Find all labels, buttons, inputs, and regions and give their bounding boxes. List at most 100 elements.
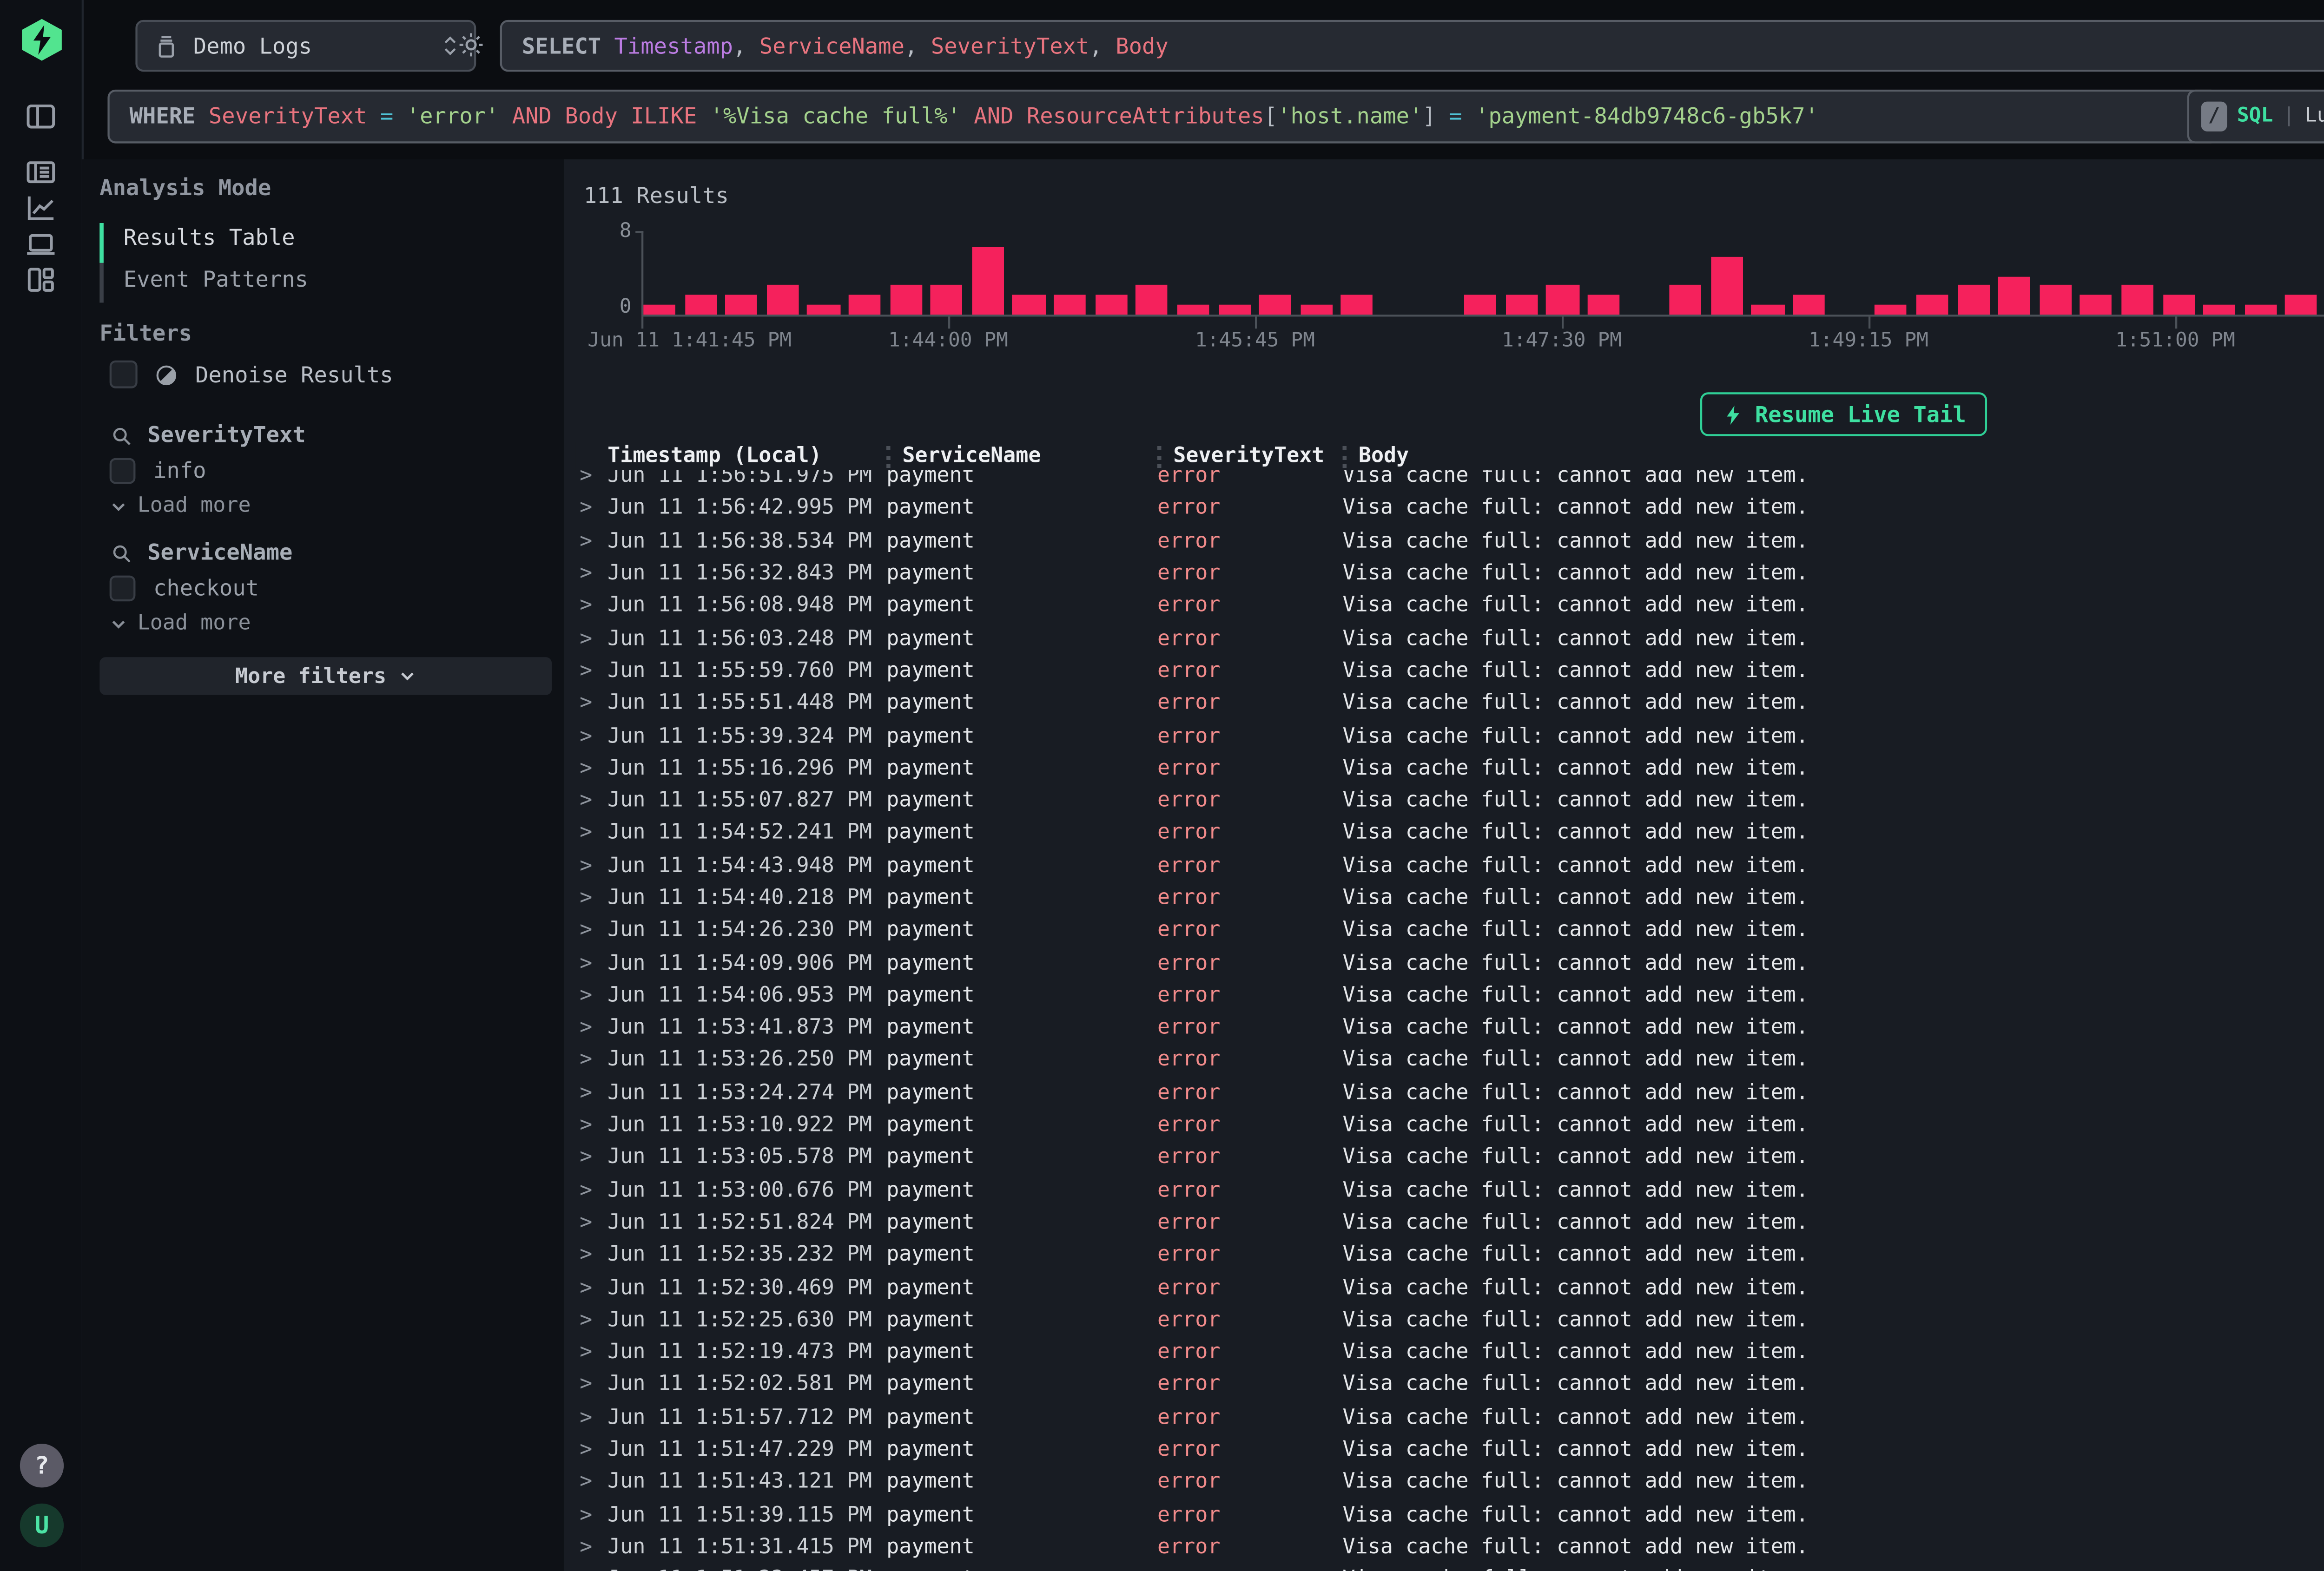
log-row[interactable]: >Jun 11 1:53:26.250 PMpaymenterrorVisa c… — [576, 1044, 2324, 1077]
row-expand-chevron[interactable]: > — [576, 789, 608, 813]
log-row[interactable]: >Jun 11 1:56:42.995 PMpaymenterrorVisa c… — [576, 493, 2324, 525]
row-expand-chevron[interactable]: > — [576, 529, 608, 553]
histogram-bar[interactable] — [849, 295, 881, 315]
log-row[interactable]: >Jun 11 1:52:02.581 PMpaymenterrorVisa c… — [576, 1369, 2324, 1401]
row-expand-chevron[interactable]: > — [576, 1016, 608, 1040]
histogram-bar[interactable] — [1957, 285, 1989, 315]
log-row[interactable]: >Jun 11 1:52:25.630 PMpaymenterrorVisa c… — [576, 1304, 2324, 1336]
histogram-bar[interactable] — [1670, 285, 1702, 315]
filter-group-servicename[interactable]: ServiceName — [110, 539, 293, 565]
log-row[interactable]: >Jun 11 1:54:40.218 PMpaymenterrorVisa c… — [576, 882, 2324, 914]
sessions-icon[interactable] — [24, 227, 58, 261]
histogram-bar[interactable] — [2285, 295, 2317, 315]
column-resize-handle[interactable] — [886, 445, 891, 467]
row-expand-chevron[interactable]: > — [576, 886, 608, 910]
row-expand-chevron[interactable]: > — [576, 1275, 608, 1299]
log-row[interactable]: >Jun 11 1:54:09.906 PMpaymenterrorVisa c… — [576, 947, 2324, 979]
row-expand-chevron[interactable]: > — [576, 470, 608, 488]
search-icon[interactable] — [110, 541, 133, 565]
denoise-checkbox[interactable] — [110, 361, 138, 388]
info-checkbox[interactable] — [110, 458, 136, 484]
histogram-bar[interactable] — [1711, 256, 1743, 315]
histogram-bar[interactable] — [1546, 285, 1578, 315]
row-expand-chevron[interactable]: > — [576, 1146, 608, 1170]
histogram-bar[interactable] — [808, 305, 840, 315]
histogram-bar[interactable] — [1752, 305, 1784, 315]
histogram-bar[interactable] — [2245, 305, 2277, 315]
row-expand-chevron[interactable]: > — [576, 1048, 608, 1072]
more-filters-button[interactable]: More filters — [99, 657, 552, 695]
log-row[interactable]: >Jun 11 1:55:51.448 PMpaymenterrorVisa c… — [576, 687, 2324, 720]
row-expand-chevron[interactable]: > — [576, 1308, 608, 1332]
column-header-servicename[interactable]: ServiceName — [886, 444, 1157, 468]
log-row[interactable]: >Jun 11 1:51:47.229 PMpaymenterrorVisa c… — [576, 1433, 2324, 1466]
histogram-bar[interactable] — [2039, 285, 2071, 315]
search-icon[interactable] — [110, 423, 133, 447]
log-row[interactable]: >Jun 11 1:56:32.843 PMpaymenterrorVisa c… — [576, 558, 2324, 590]
log-row[interactable]: >Jun 11 1:55:59.760 PMpaymenterrorVisa c… — [576, 655, 2324, 687]
denoise-results-row[interactable]: Denoise Results — [110, 361, 393, 388]
row-expand-chevron[interactable]: > — [576, 497, 608, 520]
log-row[interactable]: >Jun 11 1:54:52.241 PMpaymenterrorVisa c… — [576, 817, 2324, 849]
source-select[interactable]: Demo Logs — [135, 20, 476, 72]
histogram-bar[interactable] — [726, 295, 758, 315]
row-expand-chevron[interactable]: > — [576, 854, 608, 877]
row-expand-chevron[interactable]: > — [576, 1113, 608, 1137]
histogram-bar[interactable] — [1136, 285, 1168, 315]
histogram-bar[interactable] — [2162, 295, 2194, 315]
histogram-bar[interactable] — [2080, 295, 2113, 315]
row-expand-chevron[interactable]: > — [576, 659, 608, 683]
lucene-toggle-option[interactable]: Lucene — [2305, 105, 2324, 127]
select-query-input[interactable]: SELECT Timestamp, ServiceName, SeverityT… — [500, 20, 2324, 72]
row-expand-chevron[interactable]: > — [576, 919, 608, 942]
histogram-bar[interactable] — [643, 305, 675, 315]
column-header-body[interactable]: Body — [1343, 444, 2324, 468]
sql-toggle-option[interactable]: SQL — [2237, 105, 2273, 127]
log-row[interactable]: >Jun 11 1:51:39.115 PMpaymenterrorVisa c… — [576, 1499, 2324, 1531]
log-row[interactable]: >Jun 11 1:52:51.824 PMpaymenterrorVisa c… — [576, 1206, 2324, 1239]
histogram-bar[interactable] — [1916, 295, 1948, 315]
mode-event-patterns[interactable]: Event Patterns — [124, 267, 308, 293]
histogram-bar[interactable] — [1095, 295, 1127, 315]
histogram-bar[interactable] — [972, 247, 1004, 315]
log-row[interactable]: >Jun 11 1:56:08.948 PMpaymenterrorVisa c… — [576, 590, 2324, 622]
row-expand-chevron[interactable]: > — [576, 756, 608, 780]
row-expand-chevron[interactable]: > — [576, 984, 608, 1007]
row-expand-chevron[interactable]: > — [576, 1341, 608, 1364]
row-expand-chevron[interactable]: > — [576, 821, 608, 845]
log-row[interactable]: >Jun 11 1:55:07.827 PMpaymenterrorVisa c… — [576, 784, 2324, 817]
row-expand-chevron[interactable]: > — [576, 1178, 608, 1202]
resume-live-tail-button[interactable]: Resume Live Tail — [1699, 392, 1988, 436]
histogram-bar[interactable] — [2121, 285, 2153, 315]
hyperdx-logo-icon[interactable] — [20, 18, 64, 62]
histogram-bar[interactable] — [1588, 295, 1620, 315]
chart-explorer-icon[interactable] — [24, 191, 58, 225]
log-row[interactable]: >Jun 11 1:55:16.296 PMpaymenterrorVisa c… — [576, 752, 2324, 785]
row-expand-chevron[interactable]: > — [576, 626, 608, 650]
row-expand-chevron[interactable]: > — [576, 1470, 608, 1494]
row-expand-chevron[interactable]: > — [576, 1373, 608, 1397]
log-row[interactable]: >Jun 11 1:53:10.922 PMpaymenterrorVisa c… — [576, 1109, 2324, 1142]
row-expand-chevron[interactable]: > — [576, 1081, 608, 1104]
histogram-bar[interactable] — [1505, 295, 1538, 315]
log-row[interactable]: >Jun 11 1:54:43.948 PMpaymenterrorVisa c… — [576, 849, 2324, 882]
row-expand-chevron[interactable]: > — [576, 562, 608, 585]
user-avatar[interactable]: U — [20, 1504, 64, 1547]
where-query-input[interactable]: WHERE SeverityText = 'error' AND Body IL… — [107, 90, 2219, 144]
mode-results-table[interactable]: Results Table — [124, 225, 295, 251]
histogram-bar[interactable] — [1013, 295, 1045, 315]
source-settings-gear-icon[interactable] — [456, 30, 486, 59]
histogram-bar[interactable] — [1259, 295, 1291, 315]
log-row[interactable]: >Jun 11 1:54:06.953 PMpaymenterrorVisa c… — [576, 979, 2324, 1012]
log-row[interactable]: >Jun 11 1:54:26.230 PMpaymenterrorVisa c… — [576, 914, 2324, 947]
log-row[interactable]: >Jun 11 1:52:19.473 PMpaymenterrorVisa c… — [576, 1336, 2324, 1369]
log-row[interactable]: >Jun 11 1:56:38.534 PMpaymenterrorVisa c… — [576, 525, 2324, 558]
row-expand-chevron[interactable]: > — [576, 724, 608, 748]
histogram-bar[interactable] — [1054, 295, 1086, 315]
log-row[interactable]: >Jun 11 1:53:05.578 PMpaymenterrorVisa c… — [576, 1142, 2324, 1174]
dashboards-icon[interactable] — [24, 263, 58, 297]
histogram-bar[interactable] — [1998, 276, 2030, 315]
row-expand-chevron[interactable]: > — [576, 691, 608, 715]
log-row[interactable]: >Jun 11 1:52:35.232 PMpaymenterrorVisa c… — [576, 1239, 2324, 1271]
filter-group-severitytext[interactable]: SeverityText — [110, 422, 306, 448]
